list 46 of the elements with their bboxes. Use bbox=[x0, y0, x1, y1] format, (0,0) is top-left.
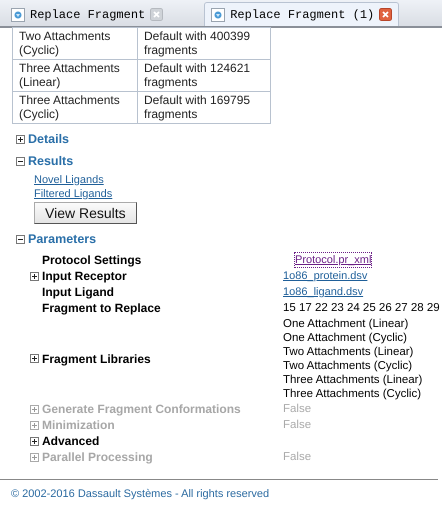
parameter-label: Generate Fragment Conformations bbox=[42, 401, 241, 417]
file-link[interactable]: Protocol.pr_xml bbox=[295, 253, 372, 267]
parameter-label: Minimization bbox=[42, 417, 115, 433]
table-cell: Three Attachments (Cyclic) bbox=[12, 92, 138, 124]
parameter-label: Advanced bbox=[42, 433, 100, 449]
parameter-value: Three Attachments (Linear) bbox=[283, 373, 422, 387]
copyright-text: © 2002-2016 Dassault Systèmes - All rights reserved bbox=[0, 479, 438, 506]
collapse-icon[interactable] bbox=[16, 234, 25, 244]
table-cell: Default with 400399 fragments bbox=[138, 28, 270, 60]
expand-icon[interactable] bbox=[30, 354, 39, 363]
table-cell: Three Attachments (Linear) bbox=[12, 60, 138, 92]
parameter-label: Input Ligand bbox=[42, 284, 114, 300]
expand-icon[interactable] bbox=[16, 134, 25, 144]
section-title[interactable]: Results bbox=[28, 154, 74, 168]
file-link[interactable]: 1o86_protein.dsv bbox=[283, 269, 368, 283]
parameter-value: False bbox=[283, 450, 312, 464]
parameter-value: Three Attachments (Cyclic) bbox=[283, 387, 422, 401]
parameter-value: False bbox=[283, 418, 312, 432]
parameter-label: Protocol Settings bbox=[42, 252, 142, 268]
link[interactable]: Filtered Ligands bbox=[34, 187, 112, 201]
document-icon bbox=[211, 8, 226, 22]
parameter-label: Input Receptor bbox=[42, 268, 127, 284]
parameter-value: One Attachment (Cyclic) bbox=[283, 331, 407, 345]
parameter-value: Two Attachments (Linear) bbox=[283, 345, 414, 359]
table-cell: Two Attachments (Cyclic) bbox=[12, 28, 138, 60]
parameter-label: Parallel Processing bbox=[42, 449, 153, 465]
table-cell: Default with 124621 fragments bbox=[138, 60, 270, 92]
view-results-button[interactable]: View Results bbox=[34, 202, 137, 224]
parameter-label: Fragment to Replace bbox=[42, 300, 161, 316]
expand-icon[interactable] bbox=[30, 272, 39, 280]
parameter-value: 15 17 22 23 24 25 26 27 28 29 bbox=[283, 301, 440, 315]
section-title[interactable]: Parameters bbox=[28, 232, 96, 246]
expand-icon[interactable] bbox=[30, 436, 39, 446]
file-link[interactable]: 1o86_ligand.dsv bbox=[283, 285, 364, 299]
parameter-label: Fragment Libraries bbox=[42, 350, 151, 366]
section-title[interactable]: Details bbox=[28, 132, 69, 146]
parameter-value: Two Attachments (Cyclic) bbox=[283, 359, 412, 373]
tab[interactable]: Replace Fragment bbox=[4, 2, 170, 26]
table-cell: Default with 169795 fragments bbox=[138, 92, 270, 124]
close-icon[interactable] bbox=[379, 8, 392, 21]
link[interactable]: Novel Ligands bbox=[34, 173, 104, 187]
parameter-value: False bbox=[283, 402, 312, 416]
parameter-value: One Attachment (Linear) bbox=[283, 317, 408, 331]
tab[interactable]: Replace Fragment (1) bbox=[204, 2, 400, 26]
collapse-icon[interactable] bbox=[16, 156, 25, 166]
document-icon bbox=[11, 8, 25, 22]
